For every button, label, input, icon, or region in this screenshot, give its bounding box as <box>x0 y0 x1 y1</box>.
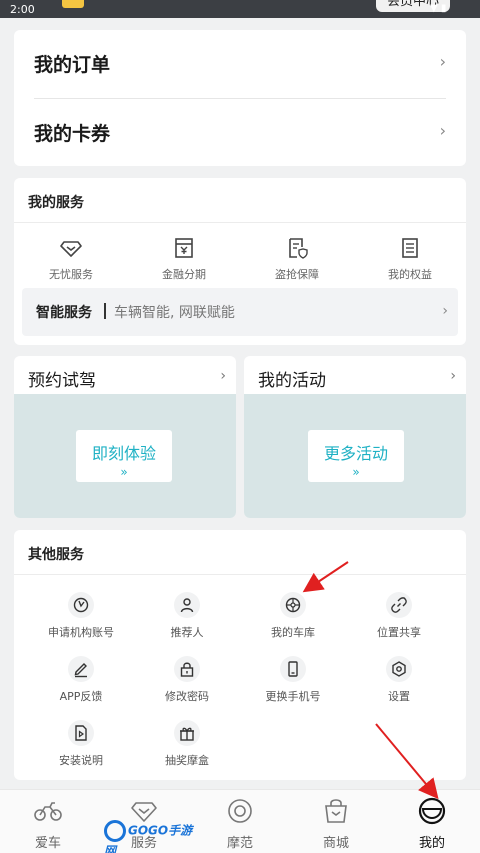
gift-icon <box>174 720 200 746</box>
activities-title: 我的活动 <box>258 371 326 391</box>
experience-now-button[interactable]: 即刻体验 » <box>76 430 172 482</box>
service-my-rights[interactable]: 我的权益 <box>360 236 460 282</box>
service-worry-free[interactable]: 无忧服务 <box>21 236 121 282</box>
service-change-password[interactable]: 修改密码 <box>132 656 242 704</box>
test-drive-banner: 即刻体验 » <box>14 394 236 518</box>
service-label: 抽奖摩盒 <box>165 754 209 767</box>
double-chevron-icon: » <box>120 465 128 479</box>
smart-service-desc: 车辆智能, 网联赋能 <box>114 305 235 321</box>
my-orders-row[interactable]: 我的订单 › <box>34 30 446 98</box>
tab-mofan[interactable]: 摩范 <box>192 796 288 851</box>
play-doc-icon <box>68 720 94 746</box>
tab-mine[interactable]: 我的 <box>384 796 480 851</box>
service-change-phone[interactable]: 更换手机号 <box>238 656 348 704</box>
service-location-share[interactable]: 位置共享 <box>344 592 454 640</box>
list-doc-icon <box>402 238 418 258</box>
service-label: APP反馈 <box>59 690 103 703</box>
service-label: 金融分期 <box>162 268 206 281</box>
tab-label: 爱车 <box>34 836 61 851</box>
chevron-right-icon: › <box>439 121 446 140</box>
service-finance[interactable]: 金融分期 <box>134 236 234 282</box>
service-label: 安装说明 <box>59 754 103 767</box>
my-orders-label: 我的订单 <box>34 54 111 76</box>
wheel-icon <box>280 592 306 618</box>
link-icon <box>386 592 412 618</box>
my-services-card: 我的服务 无忧服务 金融分期 盗抢保障 我的权益 智能服务 车辆智能, 网联赋能… <box>14 178 466 345</box>
tab-mall[interactable]: 商城 <box>288 796 384 851</box>
test-drive-title: 预约试驾 <box>28 371 96 391</box>
service-settings[interactable]: 设置 <box>344 656 454 704</box>
person-icon <box>174 592 200 618</box>
service-label: 推荐人 <box>170 626 204 639</box>
tab-my-car[interactable]: 爱车 <box>0 796 96 851</box>
service-referrer[interactable]: 推荐人 <box>132 592 242 640</box>
shield-doc-icon <box>289 238 308 259</box>
watermark: GOGO手游网 <box>104 820 204 853</box>
phone-icon <box>280 656 306 682</box>
signal-icon: ▼ ▮ <box>430 3 447 14</box>
service-apply-org-account[interactable]: 申请机构账号 <box>26 592 136 640</box>
activities-card: 我的活动 › 更多活动 » <box>244 356 466 518</box>
diamond-icon <box>60 241 82 257</box>
tab-label: 摩范 <box>226 836 253 851</box>
bag-icon <box>325 799 347 823</box>
pen-icon <box>68 656 94 682</box>
chevron-right-icon[interactable]: › <box>450 368 456 384</box>
service-label: 我的权益 <box>388 268 432 281</box>
tab-label: 我的 <box>418 836 445 851</box>
section-title: 我的服务 <box>28 195 84 211</box>
orders-card: 我的订单 › 我的卡券 › <box>14 30 466 166</box>
service-app-feedback[interactable]: APP反馈 <box>26 656 136 704</box>
target-icon <box>228 799 252 823</box>
service-lucky-box[interactable]: 抽奖摩盒 <box>132 720 242 768</box>
activities-banner: 更多活动 » <box>244 394 466 518</box>
chevron-right-icon: › <box>439 52 446 71</box>
service-label: 我的车库 <box>271 626 315 639</box>
service-label: 无忧服务 <box>49 268 93 281</box>
notification-badge-icon <box>62 0 84 8</box>
more-activities-label: 更多活动 <box>323 444 388 463</box>
test-drive-card: 预约试驾 › 即刻体验 » <box>14 356 236 518</box>
service-install-guide[interactable]: 安装说明 <box>26 720 136 768</box>
bottom-tab-bar: 爱车 服务 摩范 商城 我的 <box>0 789 480 853</box>
divider <box>14 574 466 575</box>
experience-now-label: 即刻体验 <box>91 444 156 463</box>
status-time: 2:00 <box>10 3 35 16</box>
divider <box>14 222 466 223</box>
service-my-garage[interactable]: 我的车库 <box>238 592 348 640</box>
watermark-logo-icon <box>104 820 126 842</box>
chevron-right-icon[interactable]: › <box>220 368 226 384</box>
service-theft-protection[interactable]: 盗抢保障 <box>247 236 347 282</box>
service-label: 盗抢保障 <box>275 268 319 281</box>
service-label: 申请机构账号 <box>48 626 114 639</box>
service-label: 设置 <box>388 690 410 703</box>
double-chevron-icon: » <box>352 465 360 479</box>
separator <box>104 303 106 319</box>
other-services-card: 其他服务 申请机构账号 推荐人 我的车库 位置共享 APP反馈 修改密码 更换手… <box>14 530 466 780</box>
my-coupons-label: 我的卡券 <box>34 123 111 145</box>
hexagon-gear-icon <box>386 656 412 682</box>
tab-label: 商城 <box>322 836 349 851</box>
finance-icon <box>175 238 193 258</box>
my-coupons-row[interactable]: 我的卡券 › <box>34 99 446 167</box>
helmet-icon <box>418 797 446 825</box>
lock-icon <box>174 656 200 682</box>
chevron-right-icon: › <box>442 303 448 319</box>
service-label: 位置共享 <box>377 626 421 639</box>
smart-service-title: 智能服务 <box>36 305 92 321</box>
clock-check-icon <box>68 592 94 618</box>
more-activities-button[interactable]: 更多活动 » <box>308 430 404 482</box>
status-bar: 2:00 会员中心 ▼ ▮ <box>0 0 480 18</box>
service-label: 更换手机号 <box>265 690 321 703</box>
section-title: 其他服务 <box>28 547 84 563</box>
service-label: 修改密码 <box>165 690 209 703</box>
motorcycle-icon <box>34 802 62 821</box>
smart-service-banner[interactable]: 智能服务 车辆智能, 网联赋能 › <box>22 288 458 336</box>
